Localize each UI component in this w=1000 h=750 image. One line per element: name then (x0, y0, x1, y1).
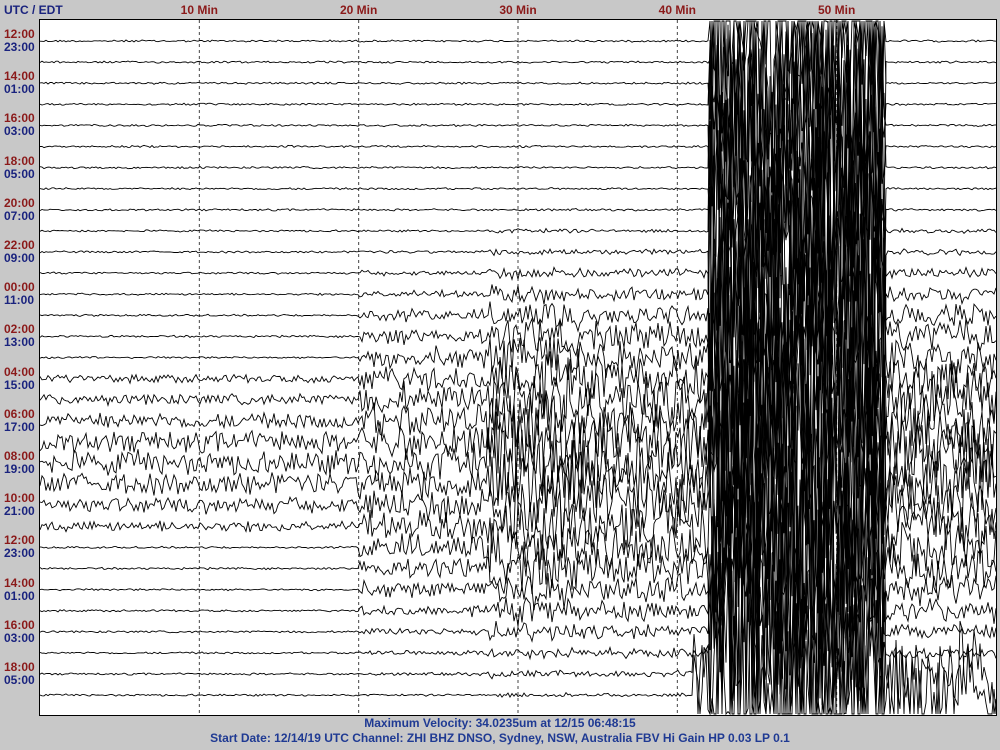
local-hour-label: 19:00 (4, 462, 35, 476)
helicorder-plot (39, 19, 997, 716)
local-hour-label: 03:00 (4, 630, 35, 645)
local-hour-label: 11:00 (4, 293, 35, 308)
seismogram-svg (40, 20, 996, 715)
local-hour-label: 01:00 (4, 588, 35, 603)
local-hour-label: 13:00 (4, 335, 35, 350)
minute-tick-label: 50 Min (817, 3, 856, 17)
utc-hour-label: 20:00 (4, 195, 35, 210)
local-hour-label: 09:00 (4, 251, 35, 265)
utc-hour-label: 16:00 (4, 617, 35, 632)
minute-tick-label: 10 Min (180, 3, 218, 17)
local-hour-label: 01:00 (4, 82, 35, 97)
local-hour-label: 21:00 (4, 504, 35, 519)
utc-hour-label: 04:00 (4, 364, 35, 379)
utc-hour-label: 18:00 (4, 153, 35, 168)
local-hour-label: 17:00 (4, 419, 35, 434)
minute-tick-label: 30 Min (499, 3, 537, 17)
local-hour-label: 15:00 (4, 377, 35, 392)
local-hour-label: 07:00 (4, 208, 35, 223)
axis-title-timezones: UTC / EDT (4, 3, 63, 17)
utc-hour-label: 14:00 (4, 575, 35, 590)
max-velocity-text: Maximum Velocity: 34.0235um at 12/15 06:… (364, 716, 636, 730)
local-hour-label: 23:00 (4, 40, 35, 54)
local-hour-label: 05:00 (4, 673, 35, 687)
minute-tick-label: 40 Min (658, 3, 696, 17)
local-hour-label: 23:00 (4, 546, 35, 561)
local-hour-label: 03:00 (4, 124, 35, 139)
start-date-channel-text: Start Date: 12/14/19 UTC Channel: ZHI BH… (210, 731, 790, 745)
minute-tick-label: 20 Min (339, 3, 378, 17)
local-hour-label: 05:00 (4, 166, 35, 181)
utc-hour-label: 06:00 (4, 406, 35, 421)
